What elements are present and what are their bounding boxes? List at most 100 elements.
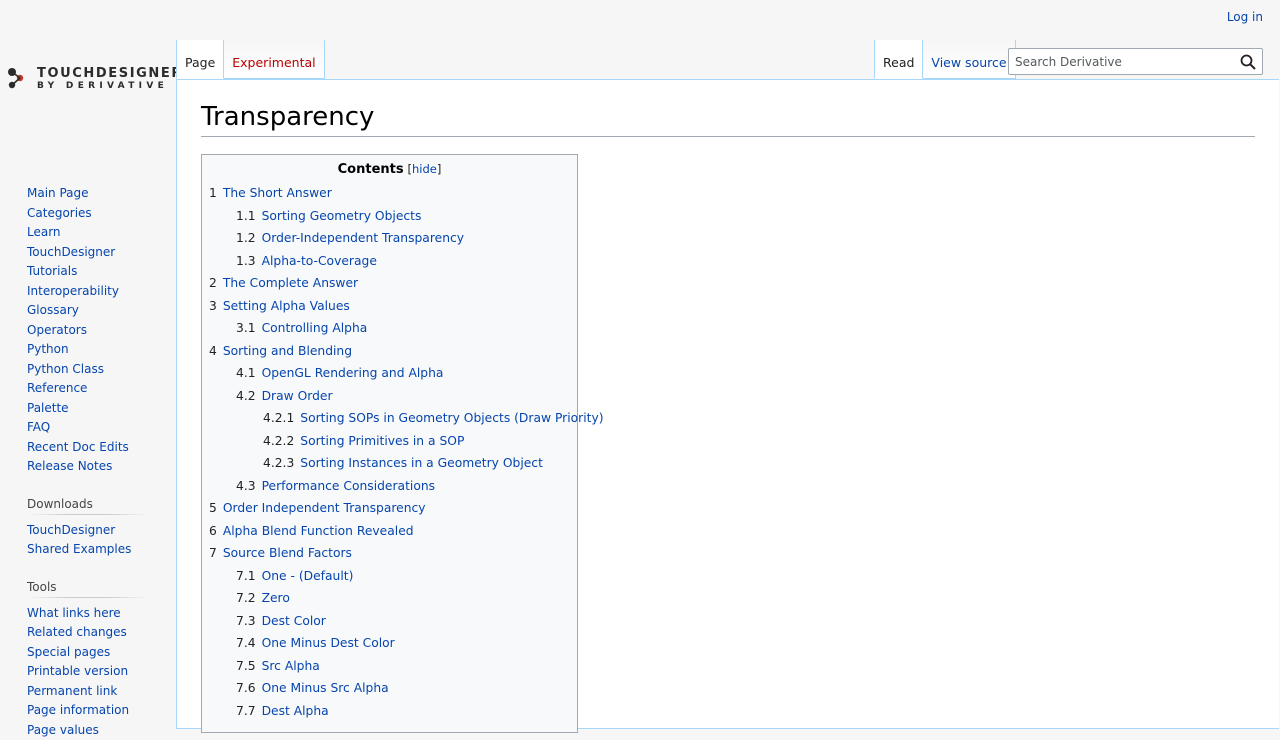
toc-link[interactable]: 4.3Performance Considerations (236, 479, 435, 493)
toc-text: The Complete Answer (223, 276, 358, 290)
namespace-tabs: Page Experimental (176, 40, 325, 80)
toc-link[interactable]: 4.2.2 Sorting Primitives in a SOP (263, 434, 464, 448)
toc-link[interactable]: 4.2.1Sorting SOPs in Geometry Objects (D… (263, 411, 604, 425)
toc-item[interactable]: 4Sorting and Blending (209, 340, 570, 363)
sidebar-item-what-links-here[interactable]: What links here (27, 604, 149, 624)
toc-link[interactable]: 4.1OpenGL Rendering and Alpha (236, 366, 443, 380)
view-tabs: Read View source (874, 40, 1016, 80)
toc-item[interactable]: 3Setting Alpha Values (209, 295, 570, 318)
sidebar-item-interoperability[interactable]: Interoperability (27, 282, 149, 302)
sidebar-item-recent-doc-edits[interactable]: Recent Doc Edits (27, 438, 149, 458)
tab-page[interactable]: Page (176, 40, 224, 79)
sidebar-item-page-information[interactable]: Page information (27, 701, 149, 721)
page-title: Transparency (201, 100, 1255, 137)
sidebar-item-release-notes[interactable]: Release Notes (27, 457, 149, 477)
toc-link[interactable]: 1The Short Answer (209, 186, 332, 200)
sidebar-item-touchdesigner[interactable]: TouchDesigner (27, 521, 149, 541)
toc-link[interactable]: 7.7Dest Alpha (236, 704, 329, 718)
sidebar-item-python[interactable]: Python (27, 340, 149, 360)
sidebar-item-permanent-link[interactable]: Permanent link (27, 682, 149, 702)
tab-view-source[interactable]: View source (923, 40, 1015, 79)
toc-link[interactable]: 7.5Src Alpha (236, 659, 320, 673)
toc-link[interactable]: 3.1Controlling Alpha (236, 321, 367, 335)
sidebar-item-operators[interactable]: Operators (27, 321, 149, 341)
toc-item[interactable]: 7.1One - (Default) (209, 565, 570, 588)
toc-item[interactable]: 4.2Draw Order (209, 385, 570, 408)
toc-item[interactable]: 4.2.1Sorting SOPs in Geometry Objects (D… (209, 407, 570, 430)
toc-item[interactable]: 1The Short Answer (209, 182, 570, 205)
toc-item[interactable]: 4.2.2 Sorting Primitives in a SOP (209, 430, 570, 453)
sidebar-item-python-class-reference[interactable]: Python Class Reference (27, 360, 149, 399)
toc-item[interactable]: 7.3Dest Color (209, 610, 570, 633)
toc-text: Sorting Geometry Objects (262, 209, 422, 223)
toc-number: 1.1 (236, 209, 256, 223)
toc-item[interactable]: 4.3Performance Considerations (209, 475, 570, 498)
sidebar-item-shared-examples[interactable]: Shared Examples (27, 540, 149, 560)
toc-link[interactable]: 7.1One - (Default) (236, 569, 353, 583)
toc-item[interactable]: 1.1 Sorting Geometry Objects (209, 205, 570, 228)
toc-item[interactable]: 5Order Independent Transparency (209, 497, 570, 520)
login-link[interactable]: Log in (1227, 10, 1263, 24)
toc-item[interactable]: 7.7Dest Alpha (209, 700, 570, 723)
toc-text: The Short Answer (223, 186, 332, 200)
sidebar-item-learn-touchdesigner[interactable]: Learn TouchDesigner (27, 223, 149, 262)
toc-item[interactable]: 3.1Controlling Alpha (209, 317, 570, 340)
toc-link[interactable]: 4.2Draw Order (236, 389, 333, 403)
toc-number: 4 (209, 344, 217, 358)
sidebar-item-printable-version[interactable]: Printable version (27, 662, 149, 682)
search-input[interactable] (1009, 49, 1241, 74)
search-icon[interactable] (1240, 54, 1256, 70)
toc-link[interactable]: 7.4One Minus Dest Color (236, 636, 395, 650)
toc-item[interactable]: 4.1OpenGL Rendering and Alpha (209, 362, 570, 385)
sidebar-item-faq[interactable]: FAQ (27, 418, 149, 438)
toc-link[interactable]: 1.1 Sorting Geometry Objects (236, 209, 421, 223)
toc-number: 7.4 (236, 636, 256, 650)
toc-item[interactable]: 4.2.3Sorting Instances in a Geometry Obj… (209, 452, 570, 475)
toc-link[interactable]: 1.3Alpha-to-Coverage (236, 254, 377, 268)
downloads-heading: Downloads (27, 491, 149, 515)
toc-item[interactable]: 1.2Order-Independent Transparency (209, 227, 570, 250)
toc-link[interactable]: 7.6One Minus Src Alpha (236, 681, 389, 695)
toc-link[interactable]: 3Setting Alpha Values (209, 299, 350, 313)
toc-link[interactable]: 4.2.3Sorting Instances in a Geometry Obj… (263, 456, 543, 470)
toc-link[interactable]: 7.3Dest Color (236, 614, 326, 628)
sidebar-item-main-page[interactable]: Main Page (27, 184, 149, 204)
toc-item[interactable]: 6Alpha Blend Function Revealed (209, 520, 570, 543)
toc-link[interactable]: 7Source Blend Factors (209, 546, 352, 560)
toc-toggle[interactable]: [hide] (408, 162, 442, 176)
toc-link[interactable]: 5Order Independent Transparency (209, 501, 426, 515)
toc-link[interactable]: 6Alpha Blend Function Revealed (209, 524, 414, 538)
toc-list: 1The Short Answer 1.1 Sorting Geometry Obj… (209, 182, 570, 722)
toc-item[interactable]: 7.5Src Alpha (209, 655, 570, 678)
toc-item[interactable]: 7Source Blend Factors (209, 542, 570, 565)
toc-item[interactable]: 2The Complete Answer (209, 272, 570, 295)
touchdesigner-logo-icon (6, 64, 32, 90)
toc-item[interactable]: 7.2Zero (209, 587, 570, 610)
toc-number: 7.5 (236, 659, 256, 673)
tab-experimental[interactable]: Experimental (224, 40, 324, 79)
site-logo[interactable]: TOUCHDESIGNER BY DERIVATIVE (6, 62, 172, 102)
sidebar-item-related-changes[interactable]: Related changes (27, 623, 149, 643)
sidebar-item-special-pages[interactable]: Special pages (27, 643, 149, 663)
toc-title: Contents (338, 162, 404, 177)
toc-text: Alpha Blend Function Revealed (223, 524, 414, 538)
sidebar-item-tutorials[interactable]: Tutorials (27, 262, 149, 282)
search-box (1008, 48, 1263, 75)
sidebar-item-glossary[interactable]: Glossary (27, 301, 149, 321)
sidebar-item-page-values[interactable]: Page values (27, 721, 149, 740)
toc-item[interactable]: 7.6One Minus Src Alpha (209, 677, 570, 700)
toc-text: Sorting Primitives in a SOP (300, 434, 464, 448)
toc-link[interactable]: 2The Complete Answer (209, 276, 358, 290)
toc-link[interactable]: 1.2Order-Independent Transparency (236, 231, 464, 245)
toc-link[interactable]: 4Sorting and Blending (209, 344, 352, 358)
toc-link[interactable]: 7.2Zero (236, 591, 290, 605)
tab-read[interactable]: Read (874, 40, 923, 79)
toc-number: 4.2.2 (263, 434, 294, 448)
toc-item[interactable]: 1.3Alpha-to-Coverage (209, 250, 570, 273)
toc-text: Performance Considerations (262, 479, 435, 493)
sidebar-downloads: Downloads TouchDesigner Shared Examples (27, 491, 149, 560)
toc-hide-link[interactable]: hide (412, 162, 437, 176)
sidebar-item-palette[interactable]: Palette (27, 399, 149, 419)
sidebar-item-categories[interactable]: Categories (27, 204, 149, 224)
toc-item[interactable]: 7.4One Minus Dest Color (209, 632, 570, 655)
